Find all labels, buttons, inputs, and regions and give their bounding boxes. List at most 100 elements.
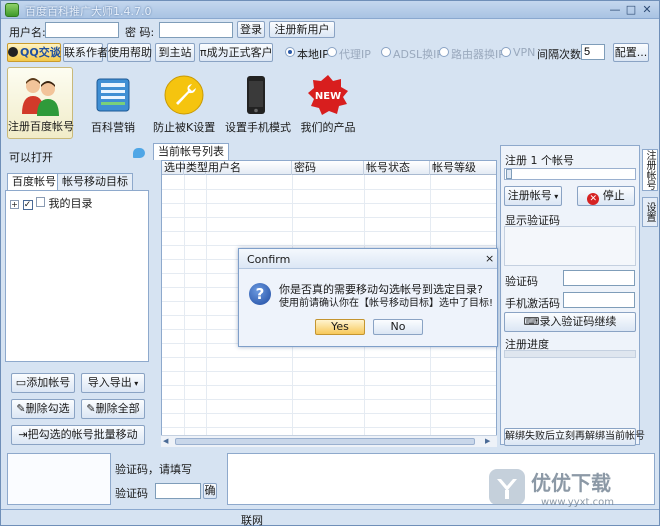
chevron-down-icon: ▾: [551, 192, 559, 201]
module-register-account[interactable]: 注册百度帐号: [7, 67, 74, 139]
qq-chat-button[interactable]: QQ交谈: [7, 43, 61, 62]
grid-line: [162, 189, 496, 190]
folder-icon: [36, 197, 45, 207]
username-input[interactable]: [45, 22, 119, 38]
register-panel: 注册 1 个帐号 注册帐号 ▾ ✕ 停止 显示验证码 验证码 手机激活码 ⌨录入…: [500, 145, 645, 446]
tab-baidu-account[interactable]: 百度帐号: [7, 173, 61, 190]
pi-icon: π: [200, 46, 207, 59]
proxy-vpn-radio[interactable]: [501, 47, 511, 57]
username-label: 用户名:: [9, 26, 46, 39]
captcha-confirm-button[interactable]: 确: [203, 483, 217, 499]
home-button[interactable]: 到主站: [155, 43, 195, 62]
module-phone-mode[interactable]: 设置手机模式: [225, 67, 291, 139]
column-header[interactable]: 密码: [292, 161, 364, 175]
tab-register-account[interactable]: 注册帐号: [642, 149, 658, 191]
proxy-vpn-label: VPN: [513, 46, 536, 59]
maximize-icon[interactable]: □: [623, 2, 639, 17]
captcha-label: 验证码: [505, 275, 538, 288]
checkbox-icon[interactable]: ✓: [22, 200, 33, 210]
dialog-yes-button[interactable]: Yes: [315, 319, 365, 335]
table-header: 选中 类型 用户名 密码 帐号状态 帐号等级: [162, 161, 496, 175]
module-wiki-marketing[interactable]: 百科营销: [83, 67, 143, 139]
chevron-down-icon: ▾: [131, 379, 139, 388]
slider-thumb[interactable]: [506, 169, 512, 179]
scroll-left-icon[interactable]: ◀: [163, 437, 171, 446]
tree-root[interactable]: + ✓ 我的目录: [10, 195, 93, 210]
column-header[interactable]: 帐号等级: [430, 161, 496, 175]
become-customer-button[interactable]: π成为正式客户: [199, 43, 273, 62]
module-anti-k-settings[interactable]: 防止被K设置: [153, 67, 215, 139]
register-count-slider[interactable]: [504, 168, 636, 180]
input-icon: ⌨: [523, 315, 540, 328]
delete-all-button[interactable]: ✎删除全部: [81, 399, 145, 419]
module-label: 设置手机模式: [225, 121, 291, 134]
unbind-button[interactable]: 解绑失败后立刻再解绑当前帐号: [504, 428, 645, 446]
module-label: 防止被K设置: [153, 121, 216, 134]
stop-button[interactable]: ✕ 停止: [577, 186, 635, 206]
grid-line: [162, 203, 496, 204]
captcha-input[interactable]: [563, 270, 635, 286]
proxy-local-label: 本地IP: [297, 48, 329, 61]
grid-line: [162, 385, 496, 386]
network-status: 联网: [241, 514, 263, 526]
password-input[interactable]: [159, 22, 233, 38]
add-icon: ▭: [15, 376, 27, 389]
tab-move-target[interactable]: 帐号移动目标: [57, 173, 133, 190]
proxy-local-radio[interactable]: [285, 47, 295, 57]
register-user-button[interactable]: 注册新用户: [269, 21, 335, 38]
proxy-adsl-label: ADSL换IP: [393, 48, 443, 61]
column-header[interactable]: 类型: [184, 161, 208, 175]
help-button[interactable]: 使用帮助: [107, 43, 152, 62]
tab-current-accounts[interactable]: 当前帐号列表: [153, 143, 229, 160]
captcha-preview: [7, 453, 111, 505]
dialog-no-button[interactable]: No: [373, 319, 423, 335]
expand-icon[interactable]: +: [10, 200, 19, 209]
grid-line: [162, 245, 496, 246]
module-our-products[interactable]: NEW 我们的产品: [299, 67, 357, 139]
batch-move-button[interactable]: ⇥把勾选的帐号批量移动: [11, 425, 145, 445]
grid-line: [162, 231, 496, 232]
grid-line: [162, 427, 496, 428]
wrench-icon: [164, 75, 204, 115]
phone-captcha-input[interactable]: [563, 292, 635, 308]
register-account-button[interactable]: 注册帐号 ▾: [504, 186, 562, 206]
watermark: 优优下载 www.yyxt.com: [489, 467, 649, 515]
login-button[interactable]: 登录: [237, 21, 265, 38]
password-label: 密 码:: [125, 26, 155, 39]
column-header[interactable]: 用户名: [206, 161, 292, 175]
bottom-captcha-input[interactable]: [155, 483, 201, 499]
add-account-button[interactable]: ▭添加帐号: [11, 373, 75, 393]
captcha-prompt: 验证码，请填写: [115, 463, 192, 476]
progress-bar: [504, 350, 636, 358]
phone-captcha-label: 手机激活码: [505, 297, 560, 310]
dialog-close-icon[interactable]: ×: [485, 252, 494, 265]
left-buttons: ▭添加帐号 导入导出 ▾ ✎删除勾选 ✎删除全部 ⇥把勾选的帐号批量移动: [5, 365, 149, 451]
proxy-router-label: 路由器换IP: [451, 48, 505, 61]
interval-stepper[interactable]: [581, 44, 605, 60]
proxy-adsl-radio[interactable]: [381, 47, 391, 57]
delete-checked-button[interactable]: ✎删除勾选: [11, 399, 75, 419]
horizontal-scrollbar[interactable]: ◀ ▶: [161, 435, 497, 447]
column-header[interactable]: 帐号状态: [364, 161, 430, 175]
dialog-title-bar: Confirm ×: [239, 249, 497, 269]
enter-captcha-button[interactable]: ⌨录入验证码继续: [504, 312, 636, 332]
minimize-icon[interactable]: —: [607, 2, 623, 17]
directory-tree: + ✓ 我的目录: [5, 190, 149, 362]
title-bar: 百度百科推广大师1.4.7.0 — □ ✕: [1, 1, 659, 19]
chat-bubble-icon[interactable]: [133, 148, 145, 158]
column-header[interactable]: 选中: [162, 161, 186, 175]
proxy-proxy-radio[interactable]: [327, 47, 337, 57]
tab-settings[interactable]: 设置: [642, 197, 658, 227]
proxy-proxy-label: 代理IP: [339, 48, 371, 61]
proxy-router-radio[interactable]: [439, 47, 449, 57]
module-label: 百科营销: [91, 121, 135, 134]
contact-author-button[interactable]: 联系作者: [63, 43, 108, 62]
scroll-thumb[interactable]: [175, 438, 475, 445]
move-icon: ⇥: [18, 428, 28, 441]
import-export-button[interactable]: 导入导出 ▾: [81, 373, 145, 393]
close-icon[interactable]: ✕: [639, 2, 655, 17]
interval-label: 间隔次数: [537, 48, 581, 61]
config-button[interactable]: 配置...: [613, 43, 649, 62]
qq-icon: [8, 47, 18, 57]
scroll-right-icon[interactable]: ▶: [485, 437, 493, 446]
